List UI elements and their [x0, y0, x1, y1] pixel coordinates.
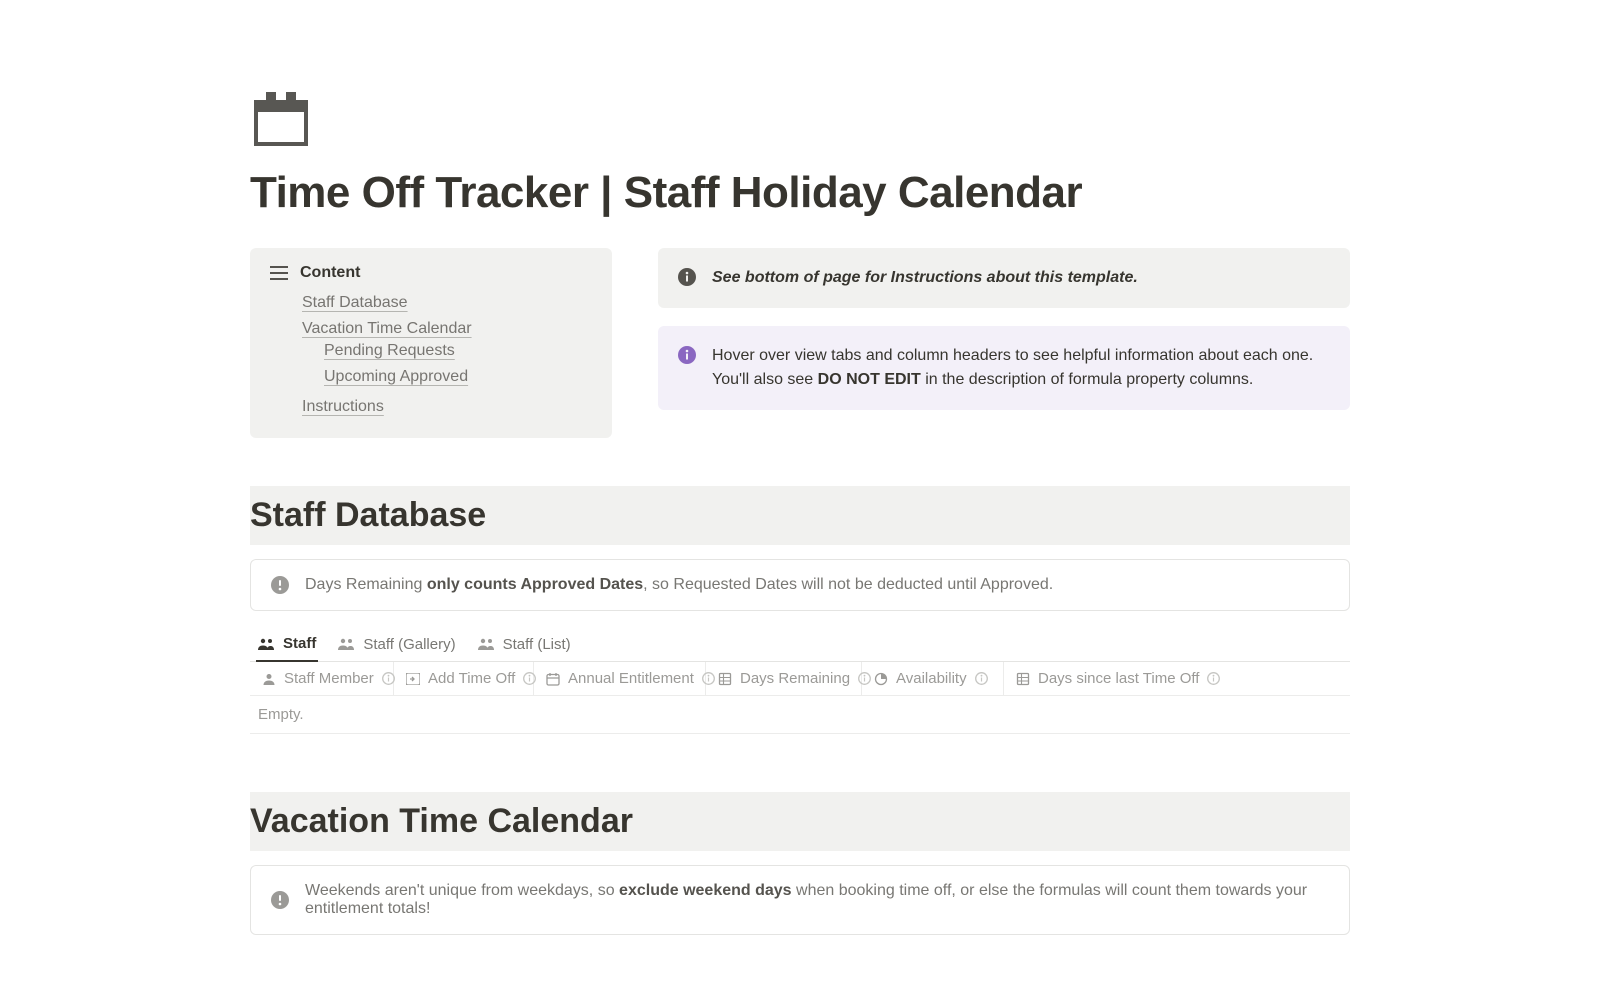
person-icon	[262, 672, 276, 686]
col-days-remaining[interactable]: Days Remaining	[706, 662, 862, 695]
people-icon	[258, 638, 276, 650]
page-title: Time Off Tracker | Staff Holiday Calenda…	[250, 168, 1350, 218]
section-header-staff-database: Staff Database	[250, 486, 1350, 545]
calendar-icon	[250, 90, 312, 148]
info-circle-icon	[1207, 672, 1220, 685]
toc-label: Content	[300, 264, 360, 282]
section-header-vacation-calendar: Vacation Time Calendar	[250, 792, 1350, 851]
column-headers: Staff Member Add Time Off Annual Entitle	[250, 662, 1350, 696]
callout-weekends: Weekends aren't unique from weekdays, so…	[250, 865, 1350, 935]
toc-link-upcoming-approved[interactable]: Upcoming Approved	[324, 368, 468, 385]
col-days-since[interactable]: Days since last Time Off	[1004, 662, 1350, 695]
info-circle-icon	[975, 672, 988, 685]
info-circle-icon	[382, 672, 395, 685]
info-icon	[678, 346, 696, 364]
table-icon	[718, 672, 732, 686]
menu-icon	[270, 264, 288, 282]
col-annual-entitlement[interactable]: Annual Entitlement	[534, 662, 706, 695]
callout-text: Weekends aren't unique from weekdays, so…	[305, 882, 1329, 918]
empty-state: Empty.	[250, 696, 1350, 734]
arrow-right-icon	[406, 673, 420, 685]
callout-see-bottom: See bottom of page for Instructions abou…	[658, 248, 1350, 308]
toc-link-vacation-calendar[interactable]: Vacation Time Calendar	[302, 320, 472, 337]
callout-days-remaining: Days Remaining only counts Approved Date…	[250, 559, 1350, 611]
pie-icon	[874, 672, 888, 686]
tab-staff-gallery[interactable]: Staff (Gallery)	[336, 629, 457, 661]
callout-text: Days Remaining only counts Approved Date…	[305, 576, 1053, 594]
warning-icon	[271, 576, 289, 594]
callout-hover: Hover over view tabs and column headers …	[658, 326, 1350, 410]
people-icon	[338, 638, 356, 650]
table-icon	[1016, 672, 1030, 686]
callout-text: See bottom of page for Instructions abou…	[712, 269, 1138, 286]
view-tabs: Staff Staff (Gallery) Staff (List)	[250, 625, 1350, 662]
toc-link-pending-requests[interactable]: Pending Requests	[324, 342, 455, 359]
tab-staff[interactable]: Staff	[256, 629, 318, 662]
callout-text: Hover over view tabs and column headers …	[712, 344, 1330, 392]
info-icon	[678, 268, 696, 286]
toc-link-instructions[interactable]: Instructions	[302, 398, 384, 415]
table-of-contents: Content Staff Database Vacation Time Cal…	[250, 248, 612, 438]
tab-staff-list[interactable]: Staff (List)	[476, 629, 573, 661]
calendar-icon	[546, 672, 560, 686]
col-availability[interactable]: Availability	[862, 662, 1004, 695]
col-add-time-off[interactable]: Add Time Off	[394, 662, 534, 695]
people-icon	[478, 638, 496, 650]
col-staff-member[interactable]: Staff Member	[250, 662, 394, 695]
warning-icon	[271, 891, 289, 909]
toc-link-staff-database[interactable]: Staff Database	[302, 294, 408, 311]
